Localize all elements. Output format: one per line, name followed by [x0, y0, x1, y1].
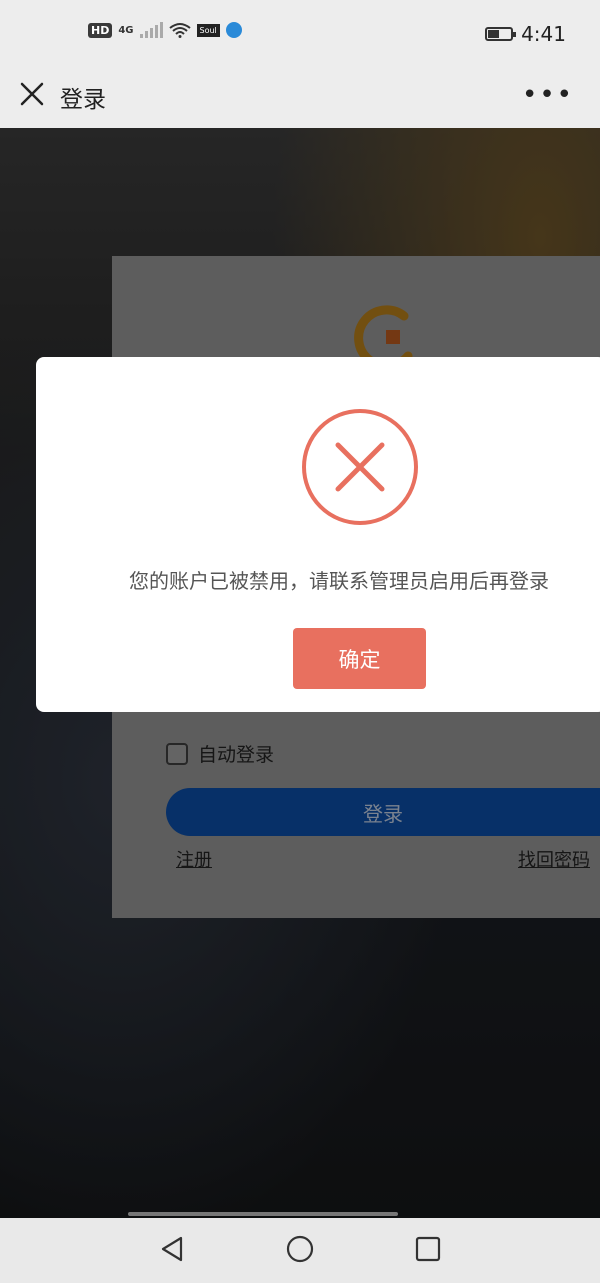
page-title: 登录	[60, 87, 106, 113]
home-indicator	[128, 1212, 398, 1216]
signal-icon	[139, 22, 163, 38]
hd-indicator: HD	[88, 22, 113, 38]
title-bar: 登录 •••	[0, 68, 600, 128]
error-dialog: 您的账户已被禁用，请联系管理员启用后再登录 确定	[36, 357, 600, 712]
soul-app-icon: Soul	[196, 23, 220, 37]
error-circle-x-icon	[302, 409, 418, 525]
status-icons-left: HD 4G Soul	[88, 22, 242, 38]
app-notification-icon	[225, 22, 242, 38]
battery-icon	[485, 27, 517, 41]
confirm-button[interactable]: 确定	[293, 628, 426, 689]
back-triangle-icon[interactable]	[157, 1234, 187, 1264]
more-icon[interactable]: •••	[522, 80, 574, 110]
recent-square-icon[interactable]	[413, 1234, 443, 1264]
home-circle-icon[interactable]	[285, 1234, 315, 1264]
close-icon[interactable]	[16, 78, 48, 110]
navigation-bar	[0, 1218, 600, 1283]
clock: 4:41	[521, 22, 566, 46]
wifi-icon	[168, 23, 191, 38]
status-icons-right: 4:41	[485, 22, 566, 46]
status-bar: HD 4G Soul 4:41	[0, 0, 600, 68]
error-message: 您的账户已被禁用，请联系管理员启用后再登录	[129, 569, 549, 593]
network-type: 4G	[118, 24, 134, 36]
